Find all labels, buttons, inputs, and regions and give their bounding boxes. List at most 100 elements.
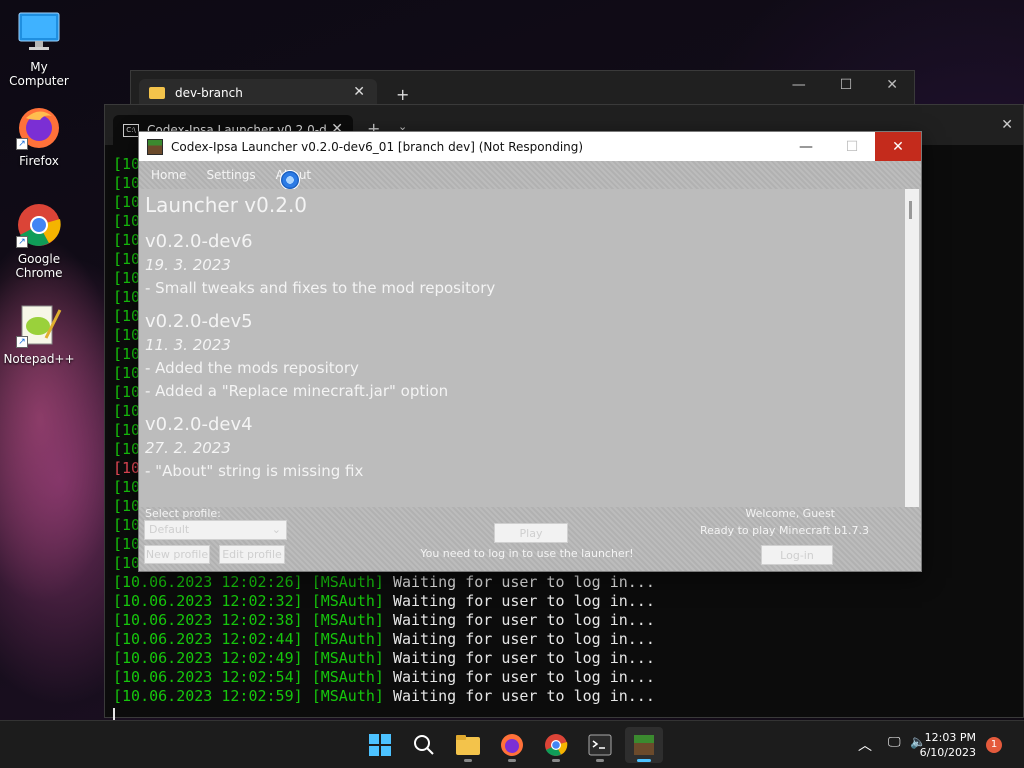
firefox-taskbar[interactable]: [493, 727, 531, 763]
maximize-icon[interactable]: ☐: [840, 77, 853, 93]
terminal-line: [10.06.2023 12:02:32] [MSAuth] Waiting f…: [113, 592, 1023, 611]
terminal-tab-icon: C:\: [123, 123, 139, 137]
chrome-icon: [545, 734, 568, 756]
system-tray: ︿ 🖵 🔈 12:03 PM 6/10/2023 1: [824, 721, 1024, 768]
notepadpp-icon: ↗: [16, 302, 62, 348]
terminal-timestamp: [10: [113, 535, 141, 553]
new-tab-button[interactable]: +: [396, 85, 409, 104]
terminal-timestamp: [10.06.2023 12:02:38]: [113, 611, 303, 629]
network-icon[interactable]: 🖵: [888, 735, 901, 750]
terminal-message: Waiting for user to log in...: [392, 630, 655, 648]
desktop-icon-notepadpp[interactable]: ↗ Notepad++: [0, 302, 78, 366]
close-button[interactable]: ✕: [875, 132, 921, 161]
terminal-timestamp: [10: [113, 383, 141, 401]
launcher-taskbar[interactable]: [625, 727, 663, 763]
terminal-timestamp: [10: [113, 269, 141, 287]
chevron-down-icon: ⌄: [271, 523, 281, 536]
ready-status: Ready to play Minecraft b1.7.3: [699, 524, 869, 537]
terminal-timestamp: [10: [113, 402, 141, 420]
file-explorer-window[interactable]: dev-branch ✕ + — ☐ ✕: [130, 70, 915, 107]
shortcut-arrow-icon: ↗: [16, 138, 28, 150]
play-button[interactable]: Play: [494, 523, 568, 543]
terminal-tag: [MSAuth]: [311, 630, 384, 648]
folder-icon: [149, 87, 165, 99]
terminal-line: [10.06.2023 12:02:54] [MSAuth] Waiting f…: [113, 668, 1023, 687]
launcher-window[interactable]: Codex-Ipsa Launcher v0.2.0-dev6_01 [bran…: [138, 131, 922, 572]
chevron-up-icon[interactable]: ︿: [858, 735, 872, 755]
terminal-line: [10.06.2023 12:02:49] [MSAuth] Waiting f…: [113, 649, 1023, 668]
changelog-list: v0.2.0-dev6 19. 3. 2023 - Small tweaks and…: [145, 231, 903, 480]
profile-select[interactable]: Default ⌄: [144, 520, 287, 540]
minecraft-launcher-icon: [634, 735, 654, 755]
terminal-timestamp: [10: [113, 364, 141, 382]
desktop-icon-chrome[interactable]: ↗ Google Chrome: [0, 202, 78, 280]
changelog-version: v0.2.0-dev6: [145, 231, 253, 252]
desktop-icon-label: My Computer: [9, 60, 69, 88]
close-icon[interactable]: ✕: [886, 77, 898, 93]
terminal-timestamp: [10: [113, 212, 141, 230]
changelog-heading: Launcher v0.2.0: [145, 193, 308, 217]
desktop-icon-firefox[interactable]: ↗ Firefox: [0, 104, 78, 168]
search-button[interactable]: [405, 727, 443, 763]
terminal-message: Waiting for user to log in...: [392, 687, 655, 705]
changelog-panel: Launcher v0.2.0 v0.2.0-dev6 19. 3. 2023 - …: [139, 189, 909, 509]
desktop-icon-label: Notepad++: [3, 352, 75, 366]
close-icon[interactable]: ✕: [1001, 117, 1013, 133]
monitor-icon: [16, 10, 62, 56]
changelog-scrollbar[interactable]: [905, 189, 919, 509]
notification-badge[interactable]: 1: [986, 737, 1002, 753]
close-tab-icon[interactable]: ✕: [353, 84, 365, 100]
file-explorer-icon: [456, 735, 480, 755]
terminal-timestamp: [10: [113, 345, 141, 363]
terminal-timestamp: [10: [113, 307, 141, 325]
terminal-message: Waiting for user to log in...: [392, 592, 655, 610]
start-icon: [369, 734, 391, 756]
maximize-button[interactable]: ☐: [829, 132, 875, 161]
start-button[interactable]: [361, 727, 399, 763]
terminal-tag: [MSAuth]: [311, 668, 384, 686]
clock-time: 12:03 PM: [924, 731, 976, 744]
launcher-titlebar[interactable]: Codex-Ipsa Launcher v0.2.0-dev6_01 [bran…: [139, 132, 921, 161]
desktop-icon-my-computer[interactable]: My Computer: [0, 10, 78, 88]
desktop-icon-label: Firefox: [19, 154, 59, 168]
terminal-line: [10.06.2023 12:02:26] [MSAuth] Waiting f…: [113, 573, 1023, 592]
terminal-taskbar[interactable]: [581, 727, 619, 763]
select-profile-label: Select profile:: [145, 507, 221, 520]
minimize-icon[interactable]: —: [792, 77, 806, 93]
file-explorer-taskbar[interactable]: [449, 727, 487, 763]
login-button[interactable]: Log-in: [761, 545, 833, 565]
taskbar: ︿ 🖵 🔈 12:03 PM 6/10/2023 1: [0, 720, 1024, 768]
chrome-taskbar[interactable]: [537, 727, 575, 763]
terminal-message: Waiting for user to log in...: [392, 611, 655, 629]
terminal-icon: [588, 734, 612, 756]
minimize-button[interactable]: —: [783, 132, 829, 161]
profile-select-value: Default: [149, 523, 190, 536]
terminal-timestamp: [10.06.2023 12:02:54]: [113, 668, 303, 686]
menu-settings[interactable]: Settings: [206, 168, 255, 182]
terminal-timestamp: [10: [113, 516, 141, 534]
changelog-date: 27. 2. 2023: [145, 439, 231, 457]
explorer-tab[interactable]: dev-branch ✕: [139, 79, 377, 107]
terminal-timestamp: [10: [113, 497, 141, 515]
welcome-text: Welcome, Guest: [745, 507, 835, 520]
desktop-icon-label: Google Chrome: [15, 252, 63, 280]
terminal-timestamp: [10: [113, 326, 141, 344]
changelog-version: v0.2.0-dev5: [145, 311, 253, 332]
terminal-tag: [MSAuth]: [311, 592, 384, 610]
terminal-line: [10.06.2023 12:02:59] [MSAuth] Waiting f…: [113, 687, 1023, 706]
changelog-date: 19. 3. 2023: [145, 256, 231, 274]
terminal-timestamp: [10: [113, 288, 141, 306]
clock[interactable]: 12:03 PM 6/10/2023: [920, 730, 976, 760]
changelog-item: - Added the mods repository: [145, 359, 359, 377]
changelog-item: - "About" string is missing fix: [145, 462, 364, 480]
terminal-timestamp: [10.06.2023 12:02:49]: [113, 649, 303, 667]
terminal-timestamp: [10: [113, 554, 141, 572]
menu-home[interactable]: Home: [151, 168, 186, 182]
terminal-timestamp: [10: [113, 440, 141, 458]
terminal-timestamp: [10: [113, 231, 141, 249]
terminal-timestamp: [10: [113, 478, 141, 496]
terminal-message: Waiting for user to log in...: [392, 649, 655, 667]
terminal-timestamp: [10: [113, 421, 141, 439]
scrollbar-thumb[interactable]: [909, 201, 912, 219]
shortcut-arrow-icon: ↗: [16, 336, 28, 348]
